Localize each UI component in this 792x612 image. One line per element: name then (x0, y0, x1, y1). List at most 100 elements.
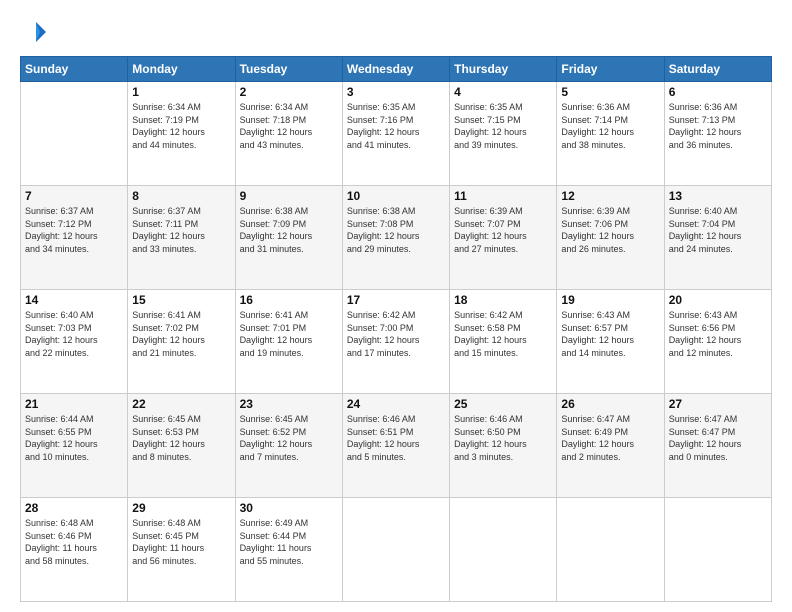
calendar-week-row: 28Sunrise: 6:48 AM Sunset: 6:46 PM Dayli… (21, 498, 772, 602)
cell-info: Sunrise: 6:39 AM Sunset: 7:06 PM Dayligh… (561, 205, 659, 255)
page: SundayMondayTuesdayWednesdayThursdayFrid… (0, 0, 792, 612)
calendar-cell: 30 Sunrise: 6:49 AM Sunset: 6:44 PM Dayli… (235, 498, 342, 602)
calendar-cell: 18Sunrise: 6:42 AM Sunset: 6:58 PM Dayli… (450, 290, 557, 394)
day-number: 16 (240, 293, 338, 307)
day-number: 22 (132, 397, 230, 411)
calendar-cell: 3Sunrise: 6:35 AM Sunset: 7:16 PM Daylig… (342, 82, 449, 186)
calendar-cell: 27 Sunrise: 6:47 AM Sunset: 6:47 PM Dayli… (664, 394, 771, 498)
cell-info: Sunrise: 6:43 AM Sunset: 6:57 PM Dayligh… (561, 309, 659, 359)
calendar-cell: 11Sunrise: 6:39 AM Sunset: 7:07 PM Dayli… (450, 186, 557, 290)
calendar-cell: 14 Sunrise: 6:40 AM Sunset: 7:03 PM Dayli… (21, 290, 128, 394)
calendar-cell: 13 Sunrise: 6:40 AM Sunset: 7:04 PM Dayli… (664, 186, 771, 290)
day-number: 15 (132, 293, 230, 307)
cell-info: Sunrise: 6:49 AM Sunset: 6:44 PM Dayligh… (240, 517, 338, 567)
calendar-cell (450, 498, 557, 602)
calendar-cell: 16 Sunrise: 6:41 AM Sunset: 7:01 PM Dayli… (235, 290, 342, 394)
day-number: 24 (347, 397, 445, 411)
calendar-cell: 6 Sunrise: 6:36 AM Sunset: 7:13 PM Daylig… (664, 82, 771, 186)
calendar-week-row: 7 Sunrise: 6:37 AM Sunset: 7:12 PM Daylig… (21, 186, 772, 290)
day-number: 7 (25, 189, 123, 203)
cell-info: Sunrise: 6:40 AM Sunset: 7:04 PM Dayligh… (669, 205, 767, 255)
weekday-header-tuesday: Tuesday (235, 57, 342, 82)
calendar-cell: 19 Sunrise: 6:43 AM Sunset: 6:57 PM Dayli… (557, 290, 664, 394)
day-number: 1 (132, 85, 230, 99)
calendar-cell: 7 Sunrise: 6:37 AM Sunset: 7:12 PM Daylig… (21, 186, 128, 290)
calendar-cell: 15Sunrise: 6:41 AM Sunset: 7:02 PM Dayli… (128, 290, 235, 394)
weekday-header-sunday: Sunday (21, 57, 128, 82)
cell-info: Sunrise: 6:40 AM Sunset: 7:03 PM Dayligh… (25, 309, 123, 359)
calendar-cell: 29 Sunrise: 6:48 AM Sunset: 6:45 PM Dayli… (128, 498, 235, 602)
day-number: 14 (25, 293, 123, 307)
cell-info: Sunrise: 6:48 AM Sunset: 6:45 PM Dayligh… (132, 517, 230, 567)
cell-info: Sunrise: 6:37 AM Sunset: 7:12 PM Dayligh… (25, 205, 123, 255)
calendar-cell: 26 Sunrise: 6:47 AM Sunset: 6:49 PM Dayli… (557, 394, 664, 498)
calendar-cell: 8 Sunrise: 6:37 AM Sunset: 7:11 PM Daylig… (128, 186, 235, 290)
cell-info: Sunrise: 6:36 AM Sunset: 7:14 PM Dayligh… (561, 101, 659, 151)
cell-info: Sunrise: 6:39 AM Sunset: 7:07 PM Dayligh… (454, 205, 552, 255)
day-number: 19 (561, 293, 659, 307)
day-number: 29 (132, 501, 230, 515)
cell-info: Sunrise: 6:38 AM Sunset: 7:09 PM Dayligh… (240, 205, 338, 255)
calendar-cell: 23Sunrise: 6:45 AM Sunset: 6:52 PM Dayli… (235, 394, 342, 498)
logo (20, 18, 52, 46)
calendar-cell: 22Sunrise: 6:45 AM Sunset: 6:53 PM Dayli… (128, 394, 235, 498)
day-number: 9 (240, 189, 338, 203)
calendar-cell: 20Sunrise: 6:43 AM Sunset: 6:56 PM Dayli… (664, 290, 771, 394)
calendar-cell: 1 Sunrise: 6:34 AM Sunset: 7:19 PM Daylig… (128, 82, 235, 186)
calendar-cell: 5 Sunrise: 6:36 AM Sunset: 7:14 PM Daylig… (557, 82, 664, 186)
cell-info: Sunrise: 6:38 AM Sunset: 7:08 PM Dayligh… (347, 205, 445, 255)
weekday-header-row: SundayMondayTuesdayWednesdayThursdayFrid… (21, 57, 772, 82)
calendar-table: SundayMondayTuesdayWednesdayThursdayFrid… (20, 56, 772, 602)
day-number: 17 (347, 293, 445, 307)
calendar-cell: 9 Sunrise: 6:38 AM Sunset: 7:09 PM Daylig… (235, 186, 342, 290)
day-number: 2 (240, 85, 338, 99)
calendar-cell: 4Sunrise: 6:35 AM Sunset: 7:15 PM Daylig… (450, 82, 557, 186)
calendar-cell (557, 498, 664, 602)
cell-info: Sunrise: 6:43 AM Sunset: 6:56 PM Dayligh… (669, 309, 767, 359)
cell-info: Sunrise: 6:44 AM Sunset: 6:55 PM Dayligh… (25, 413, 123, 463)
day-number: 10 (347, 189, 445, 203)
cell-info: Sunrise: 6:45 AM Sunset: 6:52 PM Dayligh… (240, 413, 338, 463)
calendar-cell: 24 Sunrise: 6:46 AM Sunset: 6:51 PM Dayli… (342, 394, 449, 498)
weekday-header-saturday: Saturday (664, 57, 771, 82)
cell-info: Sunrise: 6:46 AM Sunset: 6:51 PM Dayligh… (347, 413, 445, 463)
cell-info: Sunrise: 6:34 AM Sunset: 7:19 PM Dayligh… (132, 101, 230, 151)
calendar-cell (342, 498, 449, 602)
day-number: 8 (132, 189, 230, 203)
weekday-header-thursday: Thursday (450, 57, 557, 82)
cell-info: Sunrise: 6:41 AM Sunset: 7:01 PM Dayligh… (240, 309, 338, 359)
cell-info: Sunrise: 6:47 AM Sunset: 6:47 PM Dayligh… (669, 413, 767, 463)
cell-info: Sunrise: 6:35 AM Sunset: 7:16 PM Dayligh… (347, 101, 445, 151)
calendar-cell: 25Sunrise: 6:46 AM Sunset: 6:50 PM Dayli… (450, 394, 557, 498)
calendar-cell: 17 Sunrise: 6:42 AM Sunset: 7:00 PM Dayli… (342, 290, 449, 394)
calendar-week-row: 21 Sunrise: 6:44 AM Sunset: 6:55 PM Dayli… (21, 394, 772, 498)
cell-info: Sunrise: 6:36 AM Sunset: 7:13 PM Dayligh… (669, 101, 767, 151)
day-number: 13 (669, 189, 767, 203)
day-number: 30 (240, 501, 338, 515)
day-number: 4 (454, 85, 552, 99)
day-number: 26 (561, 397, 659, 411)
header (20, 18, 772, 46)
calendar-week-row: 14 Sunrise: 6:40 AM Sunset: 7:03 PM Dayli… (21, 290, 772, 394)
calendar-cell: 2 Sunrise: 6:34 AM Sunset: 7:18 PM Daylig… (235, 82, 342, 186)
day-number: 5 (561, 85, 659, 99)
day-number: 6 (669, 85, 767, 99)
weekday-header-monday: Monday (128, 57, 235, 82)
day-number: 18 (454, 293, 552, 307)
calendar-cell: 28Sunrise: 6:48 AM Sunset: 6:46 PM Dayli… (21, 498, 128, 602)
cell-info: Sunrise: 6:47 AM Sunset: 6:49 PM Dayligh… (561, 413, 659, 463)
calendar-cell (664, 498, 771, 602)
cell-info: Sunrise: 6:42 AM Sunset: 7:00 PM Dayligh… (347, 309, 445, 359)
day-number: 27 (669, 397, 767, 411)
cell-info: Sunrise: 6:46 AM Sunset: 6:50 PM Dayligh… (454, 413, 552, 463)
calendar-cell: 21 Sunrise: 6:44 AM Sunset: 6:55 PM Dayli… (21, 394, 128, 498)
calendar-cell (21, 82, 128, 186)
calendar-cell: 12 Sunrise: 6:39 AM Sunset: 7:06 PM Dayli… (557, 186, 664, 290)
cell-info: Sunrise: 6:37 AM Sunset: 7:11 PM Dayligh… (132, 205, 230, 255)
calendar-cell: 10 Sunrise: 6:38 AM Sunset: 7:08 PM Dayli… (342, 186, 449, 290)
day-number: 21 (25, 397, 123, 411)
day-number: 12 (561, 189, 659, 203)
cell-info: Sunrise: 6:34 AM Sunset: 7:18 PM Dayligh… (240, 101, 338, 151)
logo-icon (20, 18, 48, 46)
day-number: 28 (25, 501, 123, 515)
